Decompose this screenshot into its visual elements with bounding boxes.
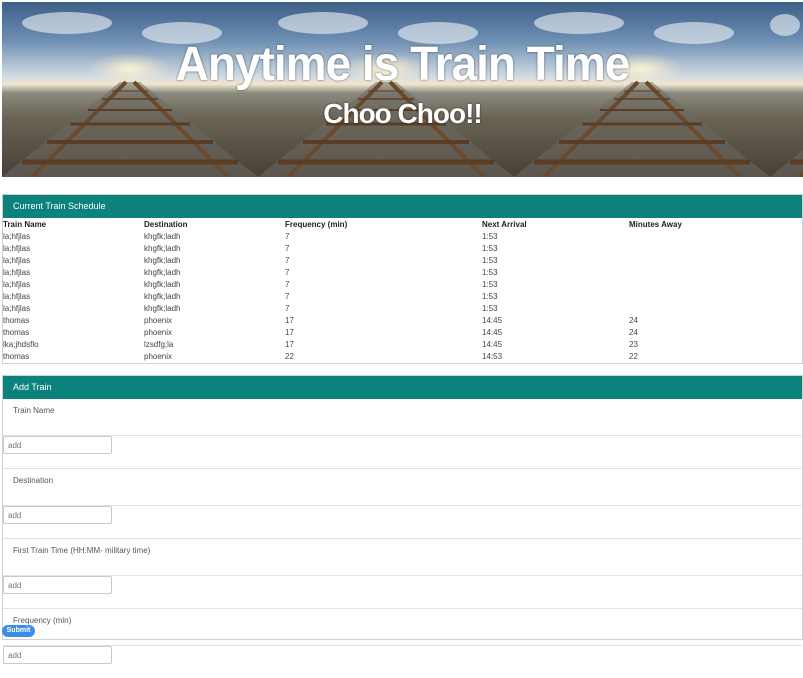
schedule-card: Current Train Schedule Train Name Destin… — [2, 194, 803, 364]
cell-destination: khgfk;ladh — [144, 291, 181, 301]
cell-frequency: 7 — [285, 303, 290, 313]
cell-next-arrival: 14:53 — [482, 351, 503, 361]
cell-train-name: thomas — [3, 351, 30, 361]
cell-train-name: thomas — [3, 315, 30, 325]
table-row: la;hfjlas khgfk;ladh 7 1:53 — [3, 302, 802, 314]
add-train-card-header: Add Train — [3, 376, 802, 399]
cell-train-name: la;hfjlas — [3, 279, 31, 289]
cell-minutes-away: 22 — [629, 351, 638, 361]
cell-frequency: 17 — [285, 327, 294, 337]
cell-minutes-away — [629, 302, 802, 314]
cell-next-arrival: 1:53 — [482, 279, 498, 289]
cell-destination: phoenix — [144, 327, 173, 337]
cell-frequency: 22 — [285, 351, 294, 361]
cell-frequency: 7 — [285, 291, 290, 301]
table-row: la;hfjlas khgfk;ladh 7 1:53 — [3, 230, 802, 242]
first-train-time-label: First Train Time (HH:MM- military time) — [13, 546, 151, 555]
destination-row — [3, 505, 802, 539]
cell-next-arrival: 1:53 — [482, 243, 498, 253]
cell-next-arrival: 1:53 — [482, 231, 498, 241]
cell-destination: khgfk;ladh — [144, 303, 181, 313]
cell-train-name: la;hfjlas — [3, 303, 31, 313]
train-name-label: Train Name — [13, 406, 55, 415]
table-row: thomas phoenix 17 14:45 24 — [3, 314, 802, 326]
table-row: thomas phoenix 22 14:53 22 — [3, 350, 802, 362]
table-row: la;hfjlas khgfk;ladh 7 1:53 — [3, 254, 802, 266]
cell-train-name: la;hfjlas — [3, 267, 31, 277]
cell-train-name: la;hfjlas — [3, 231, 31, 241]
cell-minutes-away — [629, 290, 802, 302]
cell-destination: phoenix — [144, 315, 173, 325]
cell-destination: lzsdfg;la — [144, 339, 174, 349]
table-row: thomas phoenix 17 14:45 24 — [3, 326, 802, 338]
column-header-destination: Destination — [144, 219, 188, 229]
train-name-input[interactable] — [3, 436, 112, 454]
cell-minutes-away: 24 — [629, 327, 638, 337]
cell-destination: khgfk;ladh — [144, 255, 181, 265]
cell-train-name: la;hfjlas — [3, 255, 31, 265]
cell-frequency: 17 — [285, 339, 294, 349]
table-row: lka;jhdsflo lzsdfg;la 17 14:45 23 — [3, 338, 802, 350]
hero-banner: Anytime is Train Time Choo Choo!! — [2, 2, 803, 177]
table-row: la;hfjlas khgfk;ladh 7 1:53 — [3, 242, 802, 254]
table-header-row: Train Name Destination Frequency (min) N… — [3, 218, 802, 230]
cell-next-arrival: 1:53 — [482, 255, 498, 265]
schedule-table: Train Name Destination Frequency (min) N… — [3, 218, 802, 362]
cell-next-arrival: 14:45 — [482, 327, 503, 337]
cell-frequency: 7 — [285, 267, 290, 277]
destination-input[interactable] — [3, 506, 112, 524]
cell-destination: phoenix — [144, 351, 173, 361]
frequency-label: Frequency (min) — [13, 616, 72, 625]
cell-frequency: 7 — [285, 255, 290, 265]
cell-destination: khgfk;ladh — [144, 267, 181, 277]
frequency-input[interactable] — [3, 646, 112, 664]
table-row: la;hfjlas khgfk;ladh 7 1:53 — [3, 266, 802, 278]
table-row: la;hfjlas khgfk;ladh 7 1:53 — [3, 278, 802, 290]
table-row: la;hfjlas khgfk;ladh 7 1:53 — [3, 290, 802, 302]
cell-train-name: lka;jhdsflo — [3, 339, 39, 349]
cell-minutes-away — [629, 254, 802, 266]
cell-minutes-away — [629, 242, 802, 254]
cell-minutes-away: 24 — [629, 315, 638, 325]
cell-frequency: 7 — [285, 279, 290, 289]
column-header-train-name: Train Name — [3, 219, 47, 229]
cell-destination: khgfk;ladh — [144, 279, 181, 289]
submit-button[interactable]: Submit — [2, 625, 35, 637]
column-header-frequency: Frequency (min) — [285, 219, 348, 229]
cell-train-name: thomas — [3, 327, 30, 337]
cell-frequency: 7 — [285, 231, 290, 241]
cell-train-name: la;hfjlas — [3, 291, 31, 301]
cell-minutes-away: 23 — [629, 339, 638, 349]
cell-next-arrival: 14:45 — [482, 315, 503, 325]
first-train-time-row — [3, 575, 802, 609]
page-subtitle: Choo Choo!! — [323, 98, 483, 129]
cell-next-arrival: 1:53 — [482, 267, 498, 277]
cell-minutes-away — [629, 278, 802, 290]
cell-train-name: la;hfjlas — [3, 243, 31, 253]
cell-next-arrival: 1:53 — [482, 291, 498, 301]
column-header-next-arrival: Next Arrival — [482, 219, 527, 229]
cell-next-arrival: 14:45 — [482, 339, 503, 349]
train-name-row — [3, 435, 802, 469]
first-train-time-input[interactable] — [3, 576, 112, 594]
cell-destination: khgfk;ladh — [144, 243, 181, 253]
cell-minutes-away — [629, 230, 802, 242]
cell-frequency: 17 — [285, 315, 294, 325]
add-train-card: Add Train Train Name Destination First T… — [2, 375, 803, 664]
schedule-card-header: Current Train Schedule — [3, 195, 802, 218]
destination-label: Destination — [13, 476, 54, 485]
page-title: Anytime is Train Time — [175, 35, 631, 91]
cell-minutes-away — [629, 266, 802, 278]
cell-frequency: 7 — [285, 243, 290, 253]
column-header-minutes-away: Minutes Away — [629, 219, 682, 229]
cell-next-arrival: 1:53 — [482, 303, 498, 313]
frequency-row — [3, 645, 802, 678]
cell-destination: khgfk;ladh — [144, 231, 181, 241]
